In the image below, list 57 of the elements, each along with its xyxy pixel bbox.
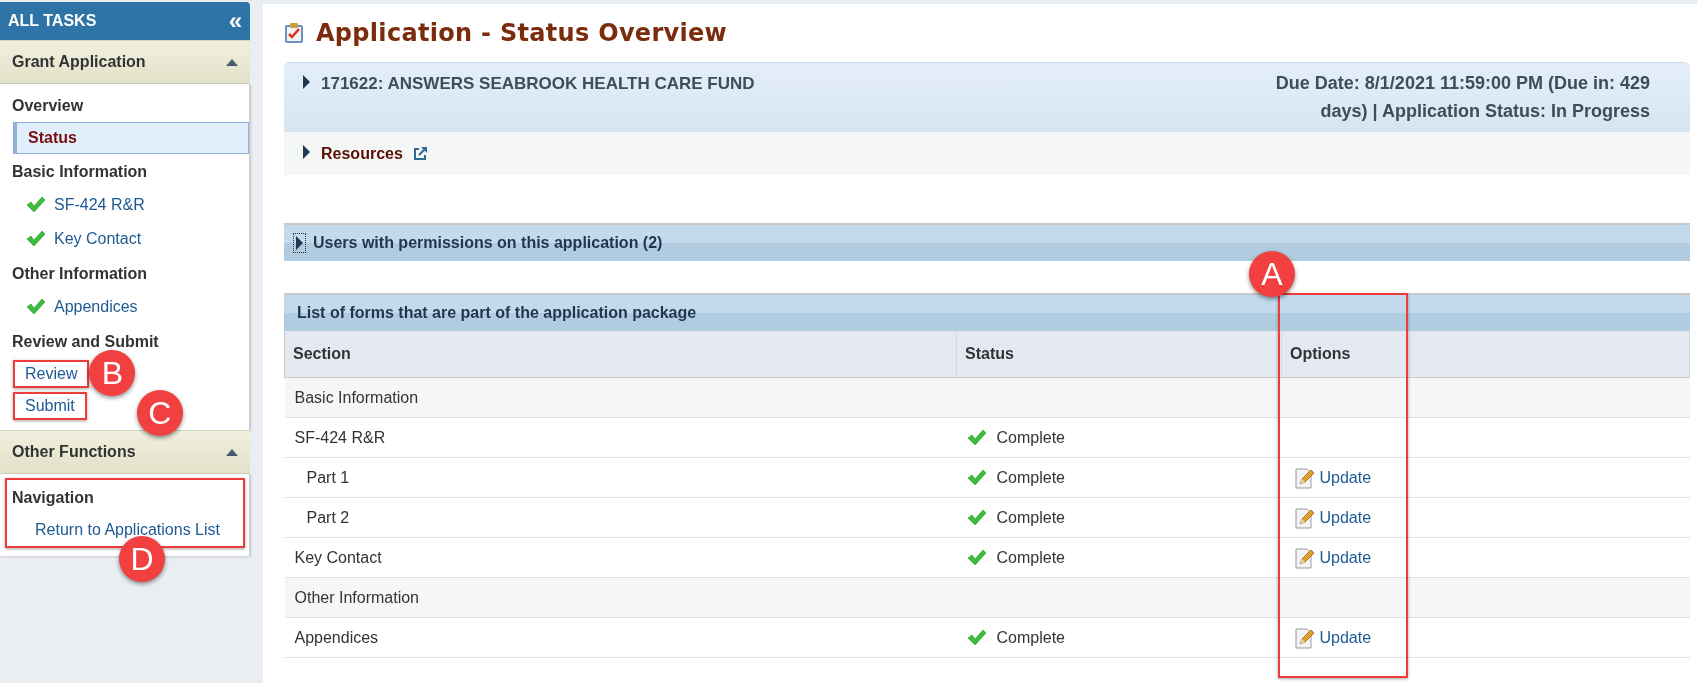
check-icon xyxy=(26,230,46,248)
collapse-icon[interactable] xyxy=(226,58,238,66)
table-cell: Basic Information xyxy=(284,377,957,418)
nav-item[interactable]: Status xyxy=(13,122,249,154)
nav-link[interactable]: Appendices xyxy=(54,298,138,316)
callout-badge: C xyxy=(136,390,183,436)
update-link[interactable]: Update xyxy=(1319,468,1372,487)
nav-link[interactable]: Submit xyxy=(15,394,85,418)
nav-link[interactable]: Status xyxy=(28,129,77,147)
users-panel-header[interactable]: Users with permissions on this application (2) xyxy=(284,223,1690,261)
status-text: Complete xyxy=(996,628,1065,647)
table-caption: List of forms that are part of the application package xyxy=(297,304,697,322)
nav-link[interactable]: SF-424 R&R xyxy=(54,196,145,214)
update-link[interactable]: Update xyxy=(1319,508,1372,527)
check-icon xyxy=(26,196,46,214)
resources-toggle[interactable]: Resources xyxy=(321,144,403,163)
expand-arrow-icon[interactable] xyxy=(295,235,304,251)
nav-link[interactable]: Key Contact xyxy=(54,230,142,248)
table-cell: Part 1 xyxy=(284,457,957,498)
page-title: Application - Status Overview xyxy=(316,19,728,47)
check-icon xyxy=(966,428,987,447)
status-text: Complete xyxy=(996,508,1065,527)
callout-badge: B xyxy=(89,350,136,396)
check-icon xyxy=(26,298,46,316)
nav-link[interactable]: Review xyxy=(15,362,88,386)
table-cell: SF-424 R&R xyxy=(284,417,957,458)
application-name[interactable]: 171622: ANSWERS SEABROOK HEALTH CARE FUND xyxy=(321,74,755,94)
check-icon xyxy=(966,628,987,647)
update-link[interactable]: Update xyxy=(1319,548,1372,567)
group-heading: Other Information xyxy=(11,264,149,284)
expand-arrow-icon[interactable] xyxy=(302,73,311,90)
table-cell: Part 2 xyxy=(284,497,957,538)
table-cell: Other Information xyxy=(284,577,957,618)
column-header: Options xyxy=(1281,331,1690,378)
collapse-icon[interactable] xyxy=(226,448,238,456)
group-heading: Overview xyxy=(11,96,85,116)
check-icon xyxy=(966,508,987,527)
status-text: Complete xyxy=(996,428,1065,447)
status-text: Complete xyxy=(996,548,1065,567)
column-header: Status xyxy=(956,331,1282,378)
group-heading: Basic Information xyxy=(11,162,149,182)
column-header: Section xyxy=(284,331,957,378)
check-icon xyxy=(966,468,987,487)
external-link-icon[interactable] xyxy=(412,146,428,161)
panel-title: Users with permissions on this application (2) xyxy=(313,234,663,252)
clipboard-icon xyxy=(284,22,304,44)
panel-title: ALL TASKS xyxy=(8,12,97,30)
table-cell: Key Contact xyxy=(284,537,957,578)
group-heading: Review and Submit xyxy=(11,332,160,352)
status-text: Complete xyxy=(996,468,1065,487)
group-heading: Navigation xyxy=(11,488,95,508)
table-cell: Appendices xyxy=(284,617,957,658)
update-link[interactable]: Update xyxy=(1319,628,1372,647)
due-date-status: Due Date: 8/1/2021 11:59:00 PM (Due in: 429 days) | Application Status: In Progress xyxy=(1274,72,1650,123)
check-icon xyxy=(966,548,987,567)
collapse-button[interactable]: « xyxy=(228,11,242,31)
expand-arrow-icon[interactable] xyxy=(302,143,311,160)
